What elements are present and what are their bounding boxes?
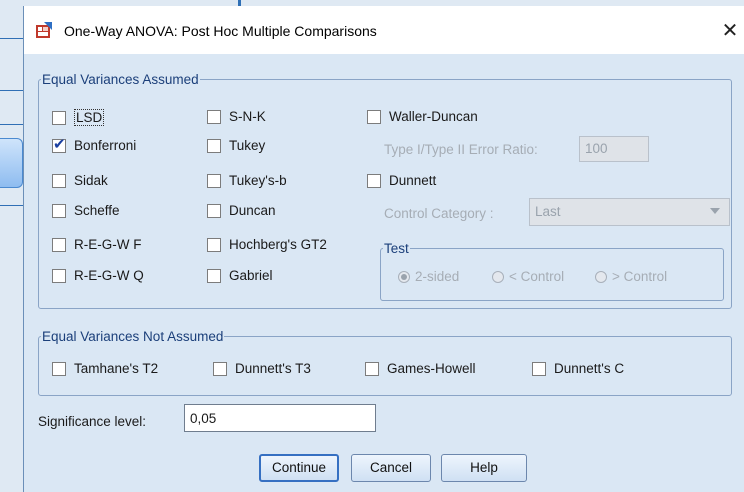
continue-button[interactable]: Continue bbox=[259, 454, 339, 482]
dunnett-checkbox[interactable]: Dunnett bbox=[367, 173, 436, 188]
checkbox-box[interactable] bbox=[213, 361, 227, 376]
checkbox-box[interactable] bbox=[207, 237, 221, 252]
radio-label: > Control bbox=[612, 269, 668, 284]
regwq-checkbox[interactable]: R-E-G-W Q bbox=[52, 268, 144, 283]
close-icon[interactable]: ✕ bbox=[715, 16, 744, 46]
checkbox-label: Dunnett's T3 bbox=[235, 361, 311, 376]
scheffe-checkbox[interactable]: Scheffe bbox=[52, 203, 120, 218]
radio-label: 2-sided bbox=[415, 269, 460, 284]
chevron-down-icon bbox=[710, 208, 720, 214]
checkbox-box[interactable] bbox=[52, 173, 66, 188]
checkbox-box[interactable] bbox=[207, 138, 221, 153]
regwf-checkbox[interactable]: R-E-G-W F bbox=[52, 237, 141, 252]
checkbox-box[interactable] bbox=[367, 173, 381, 188]
duncan-checkbox[interactable]: Duncan bbox=[207, 203, 276, 218]
checkbox-label: Tamhane's T2 bbox=[74, 361, 159, 376]
checkbox-box[interactable] bbox=[52, 361, 66, 376]
cancel-button[interactable]: Cancel bbox=[351, 454, 431, 482]
checkbox-box[interactable] bbox=[52, 203, 66, 218]
lsd-checkbox[interactable]: LSD bbox=[52, 109, 105, 126]
significance-input[interactable]: 0,05 bbox=[184, 404, 376, 432]
hochberg-checkbox[interactable]: Hochberg's GT2 bbox=[207, 237, 327, 252]
checkbox-box[interactable] bbox=[52, 110, 66, 125]
test-legend: Test bbox=[384, 241, 409, 256]
tukey-checkbox[interactable]: Tukey bbox=[207, 138, 265, 153]
checkbox-box[interactable] bbox=[207, 268, 221, 283]
checkbox-box[interactable] bbox=[52, 268, 66, 283]
checkbox-box[interactable] bbox=[532, 361, 546, 376]
checkbox-label: Waller-Duncan bbox=[389, 109, 478, 124]
checkbox-label: Gabriel bbox=[229, 268, 273, 283]
tamhane-checkbox[interactable]: Tamhane's T2 bbox=[52, 361, 158, 376]
checkbox-label: Games-Howell bbox=[387, 361, 476, 376]
help-button[interactable]: Help bbox=[441, 454, 527, 482]
checkbox-box[interactable] bbox=[367, 109, 381, 124]
snk-checkbox[interactable]: S-N-K bbox=[207, 109, 266, 124]
title-bar: One-Way ANOVA: Post Hoc Multiple Compari… bbox=[24, 6, 744, 54]
spss-app-icon bbox=[36, 22, 52, 38]
control-category-label: Control Category : bbox=[384, 206, 494, 221]
group-legend: Equal Variances Assumed bbox=[42, 72, 199, 87]
control-category-select[interactable]: Last bbox=[529, 198, 730, 226]
checkbox-box[interactable] bbox=[207, 203, 221, 218]
checkbox-label: Tukey bbox=[229, 138, 266, 153]
control-category-value: Last bbox=[535, 204, 561, 219]
checkbox-box[interactable] bbox=[52, 135, 66, 153]
games-howell-checkbox[interactable]: Games-Howell bbox=[365, 361, 476, 376]
dunnett-t3-checkbox[interactable]: Dunnett's T3 bbox=[213, 361, 311, 376]
checkbox-label: S-N-K bbox=[229, 109, 266, 124]
radio-dot[interactable] bbox=[398, 270, 410, 283]
gabriel-checkbox[interactable]: Gabriel bbox=[207, 268, 273, 283]
error-ratio-input[interactable]: 100 bbox=[579, 136, 649, 162]
radio-dot[interactable] bbox=[595, 270, 607, 283]
dialog-title: One-Way ANOVA: Post Hoc Multiple Compari… bbox=[64, 23, 377, 39]
checkbox-label: LSD bbox=[74, 109, 105, 126]
two-sided-radio[interactable]: 2-sided bbox=[398, 269, 459, 284]
radio-dot[interactable] bbox=[492, 270, 504, 283]
tukeyb-checkbox[interactable]: Tukey's-b bbox=[207, 173, 287, 188]
checkbox-label: Dunnett's C bbox=[554, 361, 625, 376]
checkbox-label: Duncan bbox=[229, 203, 276, 218]
checkbox-label: R-E-G-W F bbox=[74, 237, 142, 252]
waller-duncan-checkbox[interactable]: Waller-Duncan bbox=[367, 109, 478, 124]
background-button bbox=[0, 138, 23, 188]
dunnett-c-checkbox[interactable]: Dunnett's C bbox=[532, 361, 624, 376]
checkbox-box[interactable] bbox=[207, 173, 221, 188]
checkbox-label: Hochberg's GT2 bbox=[229, 237, 327, 252]
checkbox-box[interactable] bbox=[365, 361, 379, 376]
checkbox-label: Dunnett bbox=[389, 173, 437, 188]
less-control-radio[interactable]: < Control bbox=[492, 269, 564, 284]
group-legend: Equal Variances Not Assumed bbox=[42, 329, 224, 344]
checkbox-box[interactable] bbox=[207, 109, 221, 124]
radio-label: < Control bbox=[509, 269, 565, 284]
checkbox-label: R-E-G-W Q bbox=[74, 268, 144, 283]
checkbox-label: Sidak bbox=[74, 173, 108, 188]
checkbox-box[interactable] bbox=[52, 237, 66, 252]
post-hoc-dialog: One-Way ANOVA: Post Hoc Multiple Compari… bbox=[23, 6, 744, 492]
bonferroni-checkbox[interactable]: Bonferroni bbox=[52, 135, 137, 153]
significance-label: Significance level: bbox=[38, 414, 147, 429]
greater-control-radio[interactable]: > Control bbox=[595, 269, 667, 284]
checkbox-label: Scheffe bbox=[74, 203, 120, 218]
error-ratio-label: Type I/Type II Error Ratio: bbox=[384, 142, 538, 157]
sidak-checkbox[interactable]: Sidak bbox=[52, 173, 108, 188]
checkbox-label: Bonferroni bbox=[74, 138, 137, 153]
checkbox-label: Tukey's-b bbox=[229, 173, 287, 188]
